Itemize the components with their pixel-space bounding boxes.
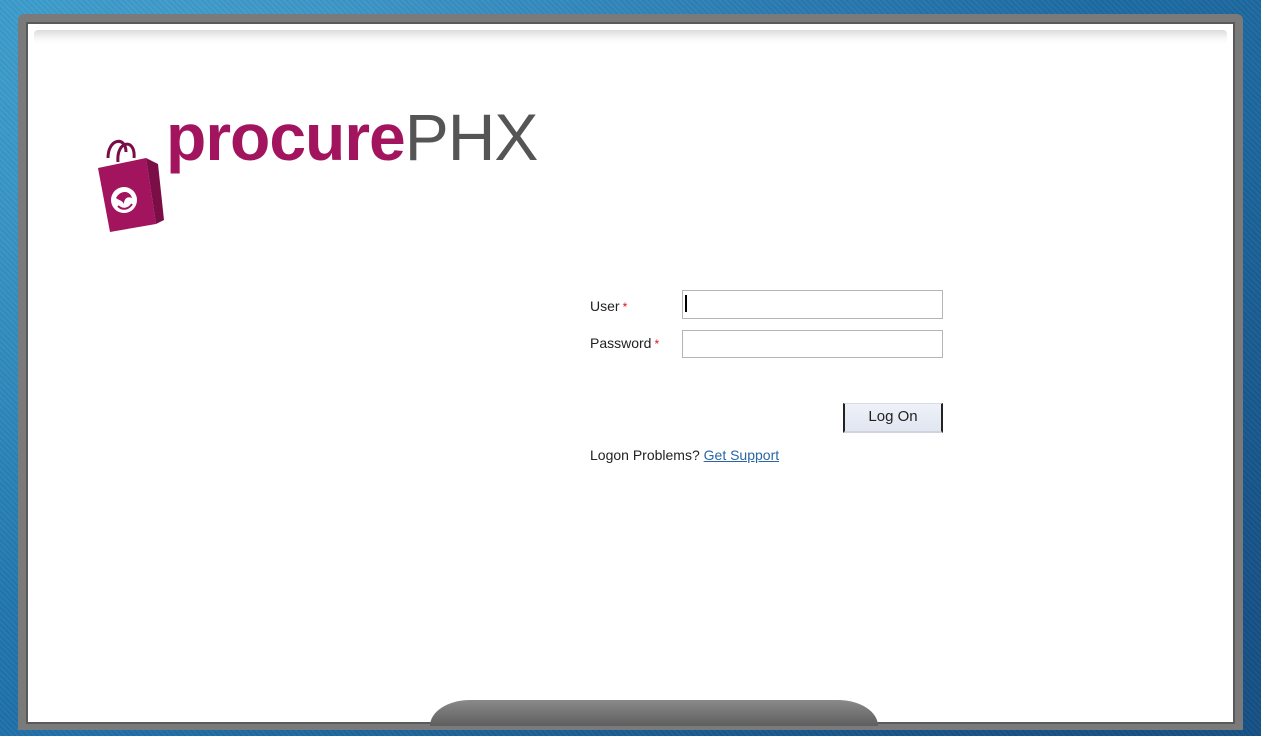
user-label-text: User [590, 298, 620, 314]
browser-page: procurePHX User * Password * Log On Logon … [34, 30, 1227, 726]
get-support-link[interactable]: Get Support [704, 447, 780, 463]
logo-procure-text: procure [166, 100, 406, 174]
text-caret [685, 295, 687, 312]
password-input[interactable] [682, 330, 943, 358]
password-label: Password * [590, 335, 659, 351]
required-marker: * [654, 337, 660, 351]
password-label-text: Password [590, 335, 652, 351]
user-input[interactable] [682, 290, 943, 319]
logon-problems-text: Logon Problems? [590, 447, 700, 463]
logo-phx-text: PHX [404, 100, 539, 174]
log-on-button[interactable]: Log On [843, 403, 943, 433]
frame-bottom-tab [430, 700, 878, 726]
required-marker: * [622, 300, 628, 314]
user-input-wrapper [682, 290, 943, 319]
user-label: User * [590, 298, 627, 314]
procurephx-logo: procurePHX [92, 96, 552, 232]
monitor-frame: procurePHX User * Password * Log On Logon … [18, 14, 1243, 730]
logo-wordmark: procurePHX [166, 104, 538, 170]
support-line: Logon Problems? Get Support [590, 447, 779, 463]
frame-top-edge [34, 30, 1227, 44]
shopping-bag-phoenix-icon [98, 140, 164, 232]
